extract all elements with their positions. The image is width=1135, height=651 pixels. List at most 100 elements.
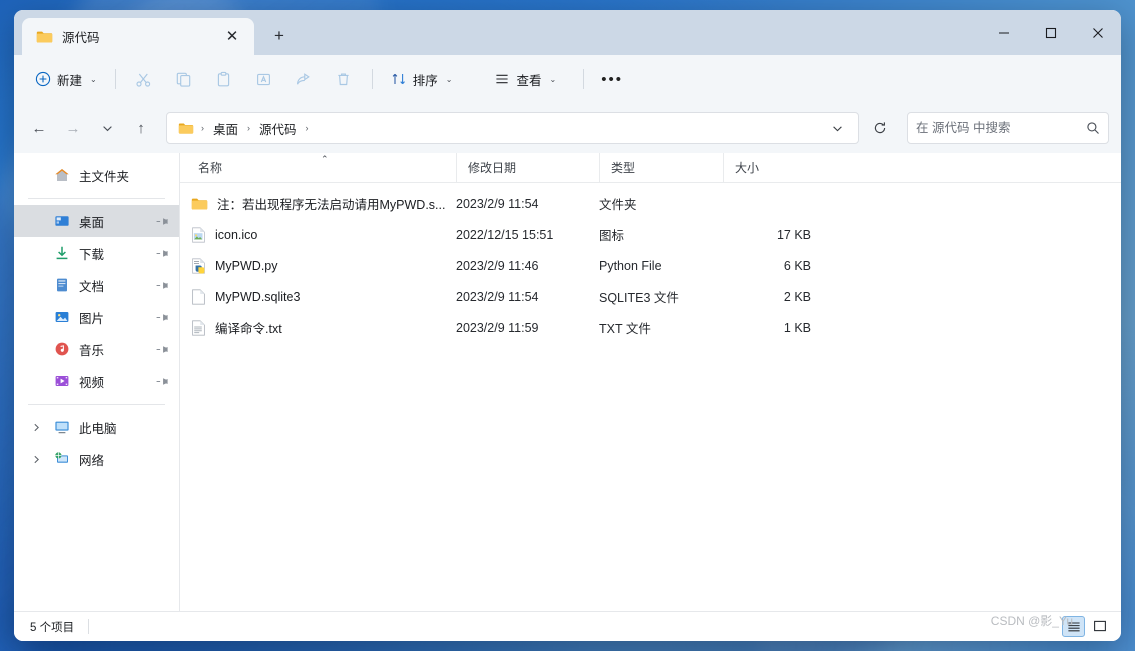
pin-icon[interactable] xyxy=(156,341,172,357)
sidebar-item-label: 文档 xyxy=(79,276,149,295)
ellipsis-icon: ••• xyxy=(601,72,623,87)
sidebar-item-documents[interactable]: 文档 xyxy=(14,269,179,301)
file-size-cell: 17 KB xyxy=(723,228,811,242)
sidebar-item-label: 图片 xyxy=(79,308,149,327)
search-input[interactable] xyxy=(916,121,1086,135)
table-row[interactable]: MyPWD.py 2023/2/9 11:46 Python File 6 KB xyxy=(180,250,1121,281)
sidebar-item-videos[interactable]: 视频 xyxy=(14,365,179,397)
table-row[interactable]: icon.ico 2022/12/15 15:51 图标 17 KB xyxy=(180,219,1121,250)
folder-icon xyxy=(191,197,208,211)
file-size-cell: 2 KB xyxy=(723,290,811,304)
network-icon xyxy=(53,451,70,467)
tab-strip: 源代码 ✕ + xyxy=(14,10,296,55)
pin-icon[interactable] xyxy=(156,373,172,389)
file-type-cell: SQLITE3 文件 xyxy=(599,287,723,306)
close-button[interactable] xyxy=(1074,10,1121,55)
table-row[interactable]: MyPWD.sqlite3 2023/2/9 11:54 SQLITE3 文件 … xyxy=(180,281,1121,312)
window-controls xyxy=(980,10,1121,55)
status-divider xyxy=(88,619,89,634)
back-button[interactable]: ← xyxy=(24,113,54,143)
sidebar-item-desktop[interactable]: 桌面 xyxy=(14,205,179,237)
sort-button-label: 排序 xyxy=(413,70,438,89)
address-bar[interactable]: › 桌面 › 源代码 › xyxy=(166,112,859,144)
breadcrumb-separator: › xyxy=(304,123,311,133)
chevron-down-icon: ⌄ xyxy=(446,75,453,84)
pin-icon[interactable] xyxy=(156,245,172,261)
table-row[interactable]: 编译命令.txt 2023/2/9 11:59 TXT 文件 1 KB xyxy=(180,312,1121,343)
pin-icon[interactable] xyxy=(156,213,172,229)
paste-button[interactable] xyxy=(205,63,243,95)
view-button[interactable]: 查看 ⌄ xyxy=(485,63,565,95)
file-size-cell: 6 KB xyxy=(723,259,811,273)
share-button[interactable] xyxy=(285,63,323,95)
videos-icon xyxy=(53,373,70,389)
sidebar-divider xyxy=(28,404,165,405)
sidebar-item-pictures[interactable]: 图片 xyxy=(14,301,179,333)
address-dropdown-icon[interactable] xyxy=(823,123,852,134)
column-header-name[interactable]: 名称 ⌃ xyxy=(198,153,456,183)
window-body: 主文件夹 桌面 xyxy=(14,153,1121,611)
see-more-button[interactable]: ••• xyxy=(593,63,631,95)
sidebar-divider xyxy=(28,198,165,199)
scissors-icon xyxy=(135,71,152,88)
chevron-right-icon[interactable] xyxy=(28,423,44,432)
file-type-cell: Python File xyxy=(599,259,723,273)
new-button[interactable]: 新建 ⌄ xyxy=(26,63,106,95)
sort-ascending-icon: ⌃ xyxy=(321,154,329,165)
delete-button[interactable] xyxy=(325,63,363,95)
file-name-label: MyPWD.py xyxy=(215,259,278,273)
breadcrumb-item-current[interactable]: 源代码 xyxy=(253,116,303,141)
plus-circle-icon xyxy=(35,71,51,87)
file-name-label: 注：若出现程序无法启动请用MyPWD.s... xyxy=(217,194,445,213)
share-icon xyxy=(295,71,312,88)
sidebar-item-home[interactable]: 主文件夹 xyxy=(14,159,179,191)
file-name-cell: 编译命令.txt xyxy=(191,318,456,337)
search-box[interactable] xyxy=(907,112,1109,144)
details-view-button[interactable] xyxy=(1062,616,1085,637)
title-bar: 源代码 ✕ + xyxy=(14,10,1121,55)
copy-icon xyxy=(175,71,192,88)
navigation-pane: 主文件夹 桌面 xyxy=(14,153,180,611)
column-header-size[interactable]: 大小 xyxy=(723,153,813,183)
sidebar-item-downloads[interactable]: 下载 xyxy=(14,237,179,269)
tab-close-icon[interactable]: ✕ xyxy=(219,24,245,50)
sidebar-item-network[interactable]: 网络 xyxy=(14,443,179,475)
maximize-button[interactable] xyxy=(1027,10,1074,55)
sidebar-item-this-pc[interactable]: 此电脑 xyxy=(14,411,179,443)
table-row[interactable]: 注：若出现程序无法启动请用MyPWD.s... 2023/2/9 11:54 文… xyxy=(180,188,1121,219)
breadcrumb-separator: › xyxy=(245,123,252,133)
new-tab-button[interactable]: + xyxy=(262,19,296,53)
music-icon xyxy=(53,341,70,357)
pictures-icon xyxy=(53,309,70,325)
refresh-button[interactable] xyxy=(865,113,895,143)
column-header-label: 修改日期 xyxy=(468,159,516,176)
file-name-cell: icon.ico xyxy=(191,227,456,243)
column-header-row: 名称 ⌃ 修改日期 类型 大小 xyxy=(180,153,1121,183)
file-explorer-window: 源代码 ✕ + 新建 ⌄ xyxy=(14,10,1121,641)
file-type-cell: 文件夹 xyxy=(599,194,723,213)
column-header-date[interactable]: 修改日期 xyxy=(456,153,599,183)
file-date-cell: 2023/2/9 11:54 xyxy=(456,197,599,211)
tab-active[interactable]: 源代码 ✕ xyxy=(22,18,254,55)
sidebar-item-label: 视频 xyxy=(79,372,149,391)
sort-button[interactable]: 排序 ⌄ xyxy=(382,63,462,95)
chevron-right-icon[interactable] xyxy=(28,455,44,464)
copy-button[interactable] xyxy=(165,63,203,95)
up-button[interactable]: ↑ xyxy=(126,113,156,143)
sidebar-item-music[interactable]: 音乐 xyxy=(14,333,179,365)
forward-button[interactable]: → xyxy=(58,113,88,143)
breadcrumb-item-desktop[interactable]: 桌面 xyxy=(207,116,244,141)
documents-icon xyxy=(53,277,70,293)
column-header-type[interactable]: 类型 xyxy=(599,153,723,183)
recent-locations-button[interactable] xyxy=(92,113,122,143)
rename-button[interactable] xyxy=(245,63,283,95)
cut-button[interactable] xyxy=(125,63,163,95)
large-icons-view-button[interactable] xyxy=(1088,616,1111,637)
toolbar-divider xyxy=(372,69,373,89)
pin-icon[interactable] xyxy=(156,309,172,325)
downloads-icon xyxy=(53,245,70,261)
search-icon[interactable] xyxy=(1086,121,1100,135)
pin-icon[interactable] xyxy=(156,277,172,293)
minimize-button[interactable] xyxy=(980,10,1027,55)
column-header-label: 大小 xyxy=(735,159,759,176)
